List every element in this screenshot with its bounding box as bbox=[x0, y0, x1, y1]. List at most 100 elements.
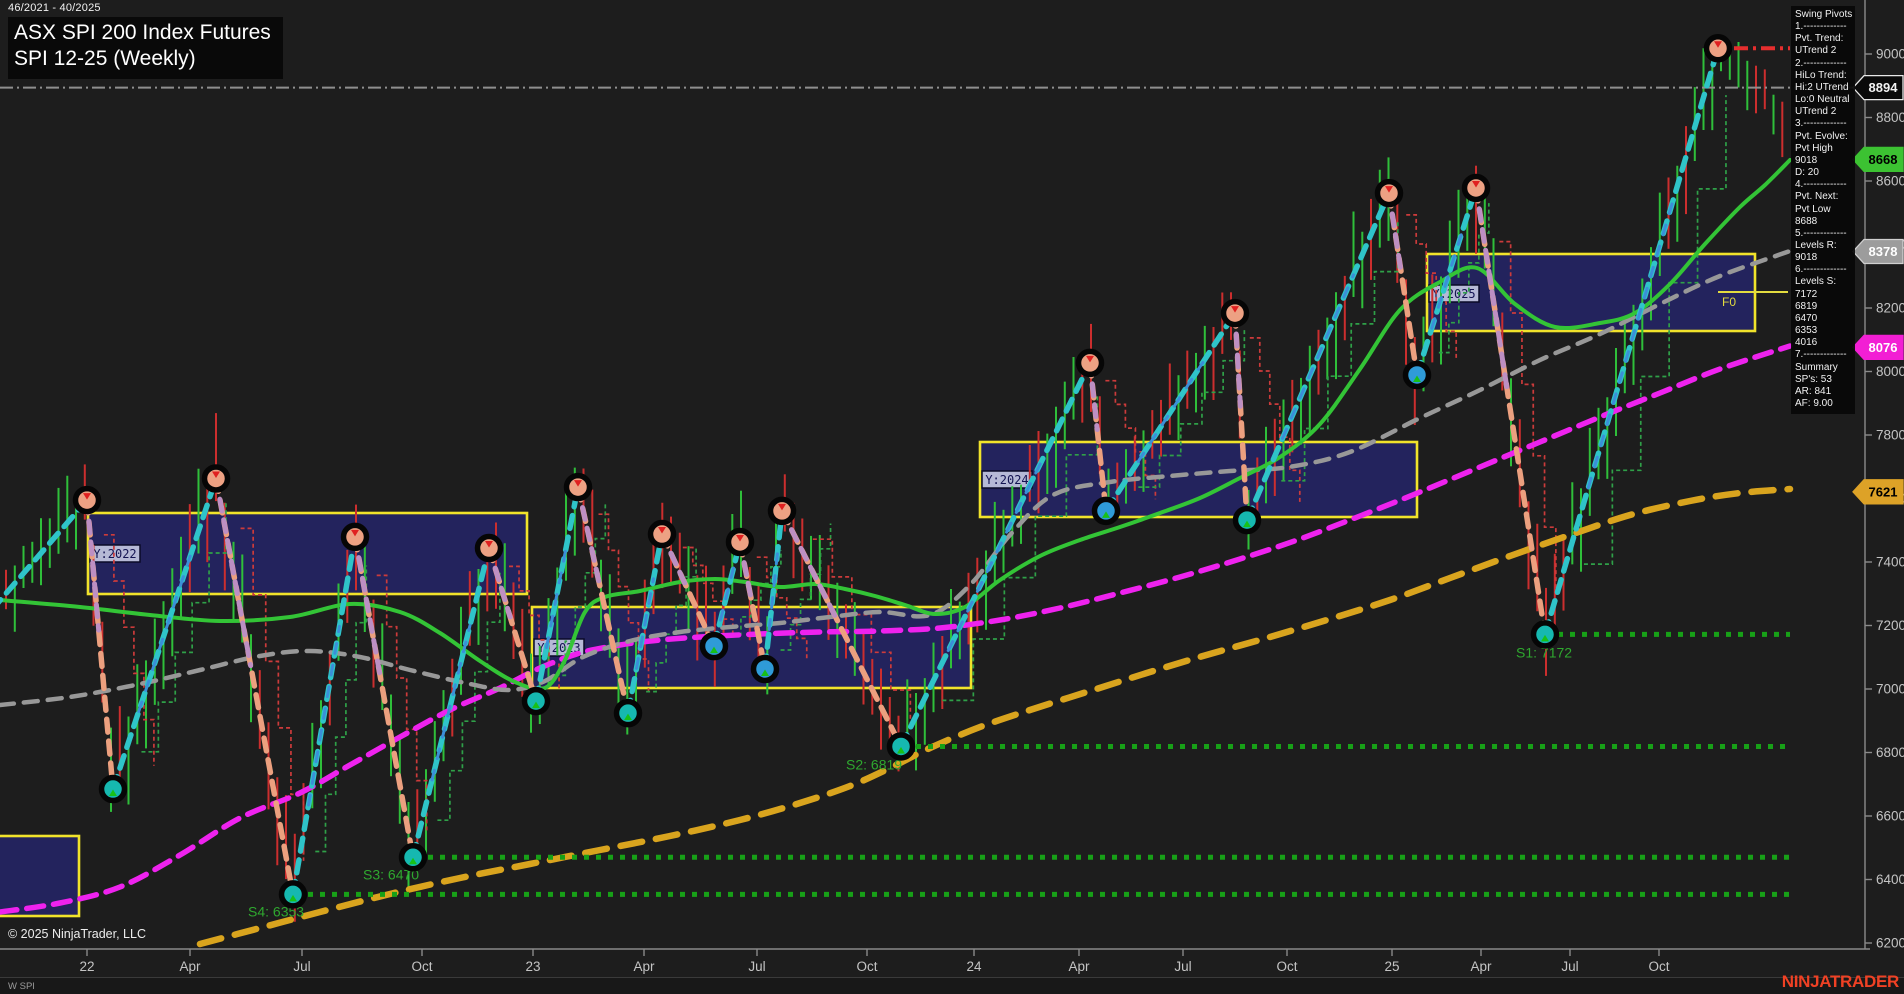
ninjatrader-logo[interactable]: NINJATRADER bbox=[1782, 972, 1900, 992]
panel-line: 3.------------- bbox=[1795, 118, 1847, 130]
pivot-low-marker bbox=[750, 654, 780, 684]
time-tick-label: 25 bbox=[1384, 959, 1399, 974]
year-range-box bbox=[86, 511, 529, 596]
pivot-high-marker bbox=[340, 522, 370, 552]
price-tick-label: 8600 bbox=[1876, 174, 1904, 189]
pivot-high-marker bbox=[563, 472, 593, 502]
panel-line: 9018 bbox=[1795, 252, 1818, 264]
series-tab-strip bbox=[0, 977, 1904, 994]
panel-line: 9018 bbox=[1795, 154, 1818, 166]
panel-line: 7.------------- bbox=[1795, 349, 1847, 361]
period-range-label: 46/2021 - 40/2025 bbox=[8, 2, 101, 14]
panel-line: 4.------------- bbox=[1795, 179, 1847, 191]
chart-window: Y:2022 Y:2023 Y:2024 Y:2025 S1: 7172 S2: 6819… bbox=[0, 0, 1904, 994]
panel-line: 2.------------- bbox=[1795, 57, 1847, 69]
pivot-high-marker bbox=[1220, 298, 1250, 328]
time-tick-label: Oct bbox=[856, 959, 877, 974]
pivot-low-marker bbox=[1091, 496, 1121, 526]
pivot-low-marker bbox=[699, 631, 729, 661]
panel-line: Pvt High bbox=[1795, 142, 1833, 154]
price-tick-label: 6400 bbox=[1876, 872, 1904, 887]
price-badge-value: 8378 bbox=[1869, 244, 1898, 259]
pivot-low-marker bbox=[1530, 620, 1560, 649]
panel-line: 1.------------- bbox=[1795, 21, 1847, 33]
panel-line: Hi:2 UTrend bbox=[1795, 81, 1849, 93]
time-tick-label: 24 bbox=[966, 959, 982, 974]
panel-line: Summary bbox=[1795, 361, 1838, 373]
panel-line: Pvt Low bbox=[1795, 203, 1831, 215]
pivot-low-marker bbox=[98, 774, 128, 804]
price-tick-label: 8200 bbox=[1876, 301, 1904, 316]
price-tick-label: 7200 bbox=[1876, 618, 1904, 633]
panel-line: D: 20 bbox=[1795, 167, 1819, 179]
time-tick-label: 22 bbox=[79, 959, 94, 974]
time-tick-label: Apr bbox=[179, 959, 201, 974]
panel-line: UTrend 2 bbox=[1795, 106, 1837, 118]
support-label-s2: S2: 6819 bbox=[846, 756, 902, 772]
pivot-high-marker bbox=[767, 496, 797, 526]
time-tick-label: 23 bbox=[525, 959, 540, 974]
panel-line: Levels R: bbox=[1795, 239, 1837, 251]
series-tab[interactable]: W SPI bbox=[8, 981, 35, 992]
time-tick-label: Oct bbox=[1276, 959, 1297, 974]
copyright-label: © 2025 NinjaTrader, LLC bbox=[8, 927, 146, 941]
pivot-high-marker bbox=[647, 519, 677, 549]
swing-pivots-panel: Swing Pivots 1.------------- Pvt. Trend: UT… bbox=[1791, 6, 1855, 415]
pivot-high-marker bbox=[1075, 348, 1105, 378]
pivot-low-marker bbox=[398, 843, 428, 872]
price-tick-label: 6200 bbox=[1876, 936, 1904, 951]
price-badge-value: 7621 bbox=[1869, 484, 1898, 499]
time-tick-label: Apr bbox=[1068, 959, 1090, 974]
year-box-label: Y:2022 bbox=[93, 547, 136, 561]
price-tick-label: 6600 bbox=[1876, 809, 1904, 824]
price-chart[interactable]: Y:2022Y:2023Y:2024Y:2025S1: 7172S2: 6819… bbox=[0, 0, 1904, 994]
panel-line: 8688 bbox=[1795, 215, 1818, 227]
panel-line: AR: 841 bbox=[1795, 385, 1832, 397]
panel-line: HiLo Trend: bbox=[1795, 69, 1847, 81]
price-tick-label: 9000 bbox=[1876, 47, 1904, 62]
time-tick-label: Apr bbox=[633, 959, 655, 974]
panel-line: 5.------------- bbox=[1795, 227, 1847, 239]
price-tick-label: 8800 bbox=[1876, 110, 1904, 125]
pivot-high-marker bbox=[1461, 173, 1491, 203]
time-tick-label: Jul bbox=[293, 959, 310, 974]
panel-line: Pvt. Evolve: bbox=[1795, 130, 1848, 142]
pivot-high-marker bbox=[1374, 178, 1404, 208]
pivot-low-marker bbox=[521, 686, 551, 716]
chart-subtitle: SPI 12-25 (Weekly) bbox=[14, 47, 196, 71]
panel-line: Levels S: bbox=[1795, 276, 1837, 288]
chart-title-box: ASX SPI 200 Index Futures SPI 12-25 (Wee… bbox=[8, 17, 283, 79]
panel-line: UTrend 2 bbox=[1795, 45, 1837, 57]
panel-line: Lo:0 Neutral bbox=[1795, 94, 1850, 106]
time-tick-label: Jul bbox=[748, 959, 765, 974]
fib-f0-label: F0 bbox=[1722, 295, 1736, 309]
panel-line: 6.------------- bbox=[1795, 264, 1847, 276]
pivot-low-marker bbox=[278, 880, 308, 909]
price-tick-label: 6800 bbox=[1876, 745, 1904, 760]
pivot-low-marker bbox=[1402, 360, 1432, 390]
panel-line: SP's: 53 bbox=[1795, 373, 1832, 385]
panel-line: Pvt. Trend: bbox=[1795, 33, 1844, 45]
pivot-low-marker bbox=[886, 732, 916, 761]
panel-line: 4016 bbox=[1795, 337, 1818, 349]
time-tick-label: Oct bbox=[1648, 959, 1669, 974]
panel-line: 6470 bbox=[1795, 312, 1818, 324]
time-tick-label: Apr bbox=[1470, 959, 1492, 974]
year-box-label: Y:2024 bbox=[985, 473, 1028, 487]
panel-line: 6353 bbox=[1795, 325, 1818, 337]
time-tick-label: Oct bbox=[411, 959, 432, 974]
pivot-high-marker bbox=[72, 485, 102, 515]
price-badge-value: 8894 bbox=[1869, 80, 1899, 95]
price-tick-label: 7400 bbox=[1876, 555, 1904, 570]
panel-line: Pvt. Next: bbox=[1795, 191, 1839, 203]
price-tick-label: 8000 bbox=[1876, 364, 1904, 379]
panel-line: 6819 bbox=[1795, 300, 1818, 312]
pivot-high-marker bbox=[474, 533, 504, 563]
pivot-low-marker bbox=[613, 698, 643, 728]
price-tick-label: 7000 bbox=[1876, 682, 1904, 697]
time-tick-label: Jul bbox=[1561, 959, 1578, 974]
panel-line: Swing Pivots bbox=[1795, 9, 1853, 20]
price-badge-value: 8668 bbox=[1869, 152, 1898, 167]
price-badge-value: 8076 bbox=[1869, 340, 1898, 355]
price-tick-label: 7800 bbox=[1876, 428, 1904, 443]
